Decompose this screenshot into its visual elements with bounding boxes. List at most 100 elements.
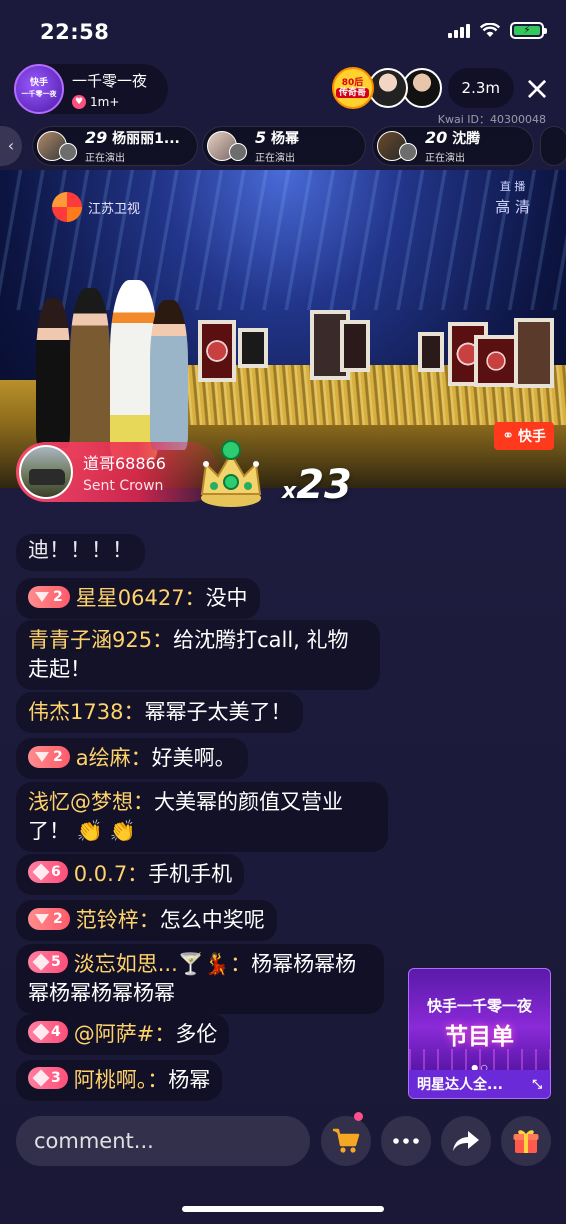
promo-bar[interactable]: 明星达人全... ⤡ <box>409 1070 550 1098</box>
badge-line2: 传奇哥 <box>336 88 370 98</box>
status-bar: 22:58 ⚡ <box>0 0 566 64</box>
live-card-name: 杨幂 <box>271 131 300 147</box>
more-dots-icon <box>393 1138 419 1144</box>
live-card[interactable] <box>540 126 566 166</box>
host-info-pill[interactable]: 快手 一千零一夜 一千零一夜 ♥ 1m+ <box>14 64 168 114</box>
level-number: 6 <box>51 863 61 880</box>
home-indicator[interactable] <box>182 1206 384 1212</box>
live-card-rank: 5 <box>255 128 267 147</box>
status-icons: ⚡ <box>448 22 547 39</box>
chat-username[interactable]: 青青子涵925： <box>28 628 173 652</box>
chat-text: 多伦 <box>175 1022 218 1046</box>
chat-username[interactable]: 范铃梓： <box>76 908 160 932</box>
chat-text: 没中 <box>205 586 248 610</box>
live-card-status: 正在演出 <box>85 153 125 164</box>
level-number: 3 <box>51 1069 61 1086</box>
chat-message: 4 @阿萨#：多伦 <box>16 1014 230 1055</box>
expand-icon[interactable]: ⤡ <box>532 1077 542 1092</box>
gift-banner[interactable]: 道哥68866 Sent Crown <box>16 442 220 502</box>
viewer-count[interactable]: 2.3m <box>447 68 514 108</box>
chat-message: 6 0.0.7：手机手机 <box>16 854 245 895</box>
more-button[interactable] <box>381 1116 431 1166</box>
promo-bar-text: 明星达人全... <box>417 1077 503 1093</box>
chat-username[interactable]: @阿萨#： <box>74 1022 176 1046</box>
chat-text: 迪！！！！ <box>28 538 133 562</box>
host-avatar-line1: 快手 <box>29 78 48 88</box>
chat-message: 伟杰1738：幂幂子太美了！ <box>16 692 304 733</box>
program-list-card[interactable]: 快手一千零一夜 节目单 ● ○ 明星达人全... ⤡ <box>408 968 551 1099</box>
shopping-cart-icon <box>333 1128 360 1153</box>
chat-text: 怎么中奖呢 <box>159 908 265 932</box>
live-card-name: 沈腾 <box>452 131 481 147</box>
channel-logo: 江苏卫视 <box>52 192 140 222</box>
viewer-group[interactable]: 80后 传奇哥 2.3m <box>331 67 514 109</box>
kuaishou-watermark: ⚭ 快手 <box>494 422 554 450</box>
host-likes-count: 1m+ <box>90 94 120 109</box>
gift-multiplier: x <box>282 479 297 504</box>
chat-username[interactable]: 浅忆@梦想： <box>28 790 154 814</box>
live-card-status: 正在演出 <box>255 153 295 164</box>
chat-username[interactable]: a绘麻： <box>76 746 152 770</box>
host-avatar[interactable]: 快手 一千零一夜 <box>14 64 64 114</box>
anniversary-badge[interactable]: 80后 传奇哥 <box>331 67 374 109</box>
gift-box-icon <box>513 1130 539 1153</box>
kuaishou-logo-icon: ⚭ <box>502 428 514 444</box>
level-badge: 2 <box>28 908 70 930</box>
painting <box>418 332 444 372</box>
badge-line1: 80后 <box>341 78 364 88</box>
level-badge: 6 <box>28 861 68 883</box>
live-card[interactable]: 29 杨丽丽1... 正在演出 <box>32 126 198 166</box>
live-card-rank: 20 <box>425 128 448 147</box>
level-badge: 4 <box>28 1021 68 1043</box>
notification-dot <box>354 1112 363 1121</box>
viewer-avatar[interactable] <box>401 68 442 108</box>
chat-text: 好美啊。 <box>151 746 236 770</box>
chat-message: 迪！！！！ <box>16 534 145 571</box>
gift-sender-avatar[interactable] <box>19 445 73 499</box>
jiangsu-tv-logo-icon <box>52 192 82 222</box>
chevron-left-icon[interactable]: ‹ <box>0 126 22 166</box>
painting <box>474 335 518 387</box>
cellular-signal-icon <box>448 23 470 38</box>
chat-text: 手机手机 <box>148 862 233 886</box>
broadcast-tag: 直 播 高 清 <box>495 178 530 217</box>
chat-message: 青青子涵925：给沈腾打call, 礼物走起！ <box>16 620 380 690</box>
kwai-id: Kwai ID：40300048 <box>437 113 546 126</box>
chat-username[interactable]: 伟杰1738： <box>28 700 144 724</box>
chat-username[interactable]: 淡忘如思...🍸💃： <box>74 952 251 976</box>
live-video-player[interactable]: 江苏卫视 直 播 高 清 ⚭ 快手 <box>0 170 566 488</box>
share-button[interactable] <box>441 1116 491 1166</box>
level-badge: 3 <box>28 1067 68 1089</box>
live-card[interactable]: 5 杨幂 正在演出 <box>202 126 366 166</box>
performer-thumbnail-small <box>229 143 247 161</box>
gift-action: Sent Crown <box>83 478 164 494</box>
guest-woman <box>150 300 188 450</box>
status-time: 22:58 <box>40 20 110 44</box>
painting <box>198 320 236 382</box>
live-label: 直 播 <box>499 180 526 193</box>
chat-message: 5 淡忘如思...🍸💃：杨幂杨幂杨幂杨幂杨幂杨幂 <box>16 944 384 1014</box>
gift-sender-name: 道哥68866 <box>83 454 166 473</box>
heart-icon: ♥ <box>72 94 86 109</box>
painting <box>514 318 554 388</box>
close-button[interactable]: × <box>522 70 552 106</box>
host-avatar-line2: 一千零一夜 <box>21 90 57 98</box>
chat-username[interactable]: 星星06427： <box>76 586 206 610</box>
level-number: 2 <box>53 910 63 927</box>
gift-button[interactable] <box>501 1116 551 1166</box>
promo-top-text: 快手一千零一夜 <box>426 997 532 1015</box>
painting <box>238 328 268 368</box>
chat-message: 2 a绘麻：好美啊。 <box>16 738 248 779</box>
chat-username[interactable]: 阿桃啊。： <box>74 1068 169 1092</box>
comment-input[interactable]: comment... <box>16 1116 310 1166</box>
level-badge: 5 <box>28 951 68 973</box>
live-card[interactable]: 20 沈腾 正在演出 <box>372 126 534 166</box>
chat-message: 2 星星06427：没中 <box>16 578 260 619</box>
shopping-cart-button[interactable] <box>321 1112 371 1166</box>
hd-label: 高 清 <box>495 198 530 216</box>
host-name: 一千零一夜 <box>72 71 148 90</box>
live-card-rank: 29 <box>85 128 108 147</box>
chat-username[interactable]: 0.0.7： <box>74 862 148 886</box>
viewer-avatar[interactable] <box>367 68 408 108</box>
level-badge: 2 <box>28 586 70 608</box>
